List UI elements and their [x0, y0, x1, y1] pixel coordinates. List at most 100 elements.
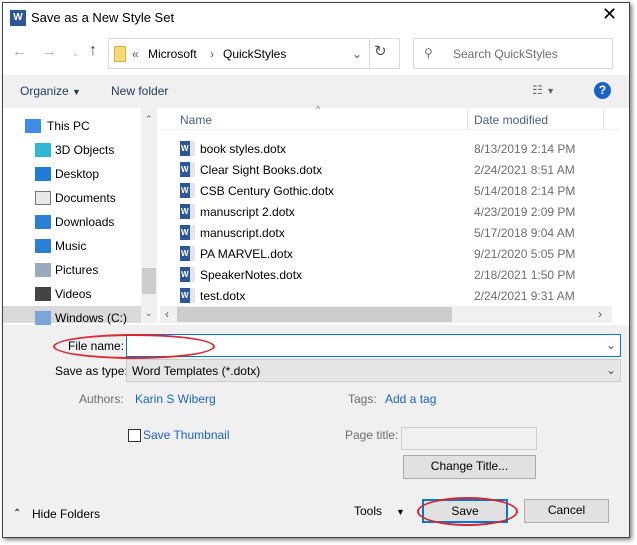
word-document-icon: W [180, 267, 195, 282]
nav-item-label: Documents [55, 191, 116, 205]
nav-item[interactable]: This PC [3, 114, 141, 138]
back-icon[interactable]: ← [12, 44, 27, 59]
file-name: Clear Sight Books.dotx [200, 163, 323, 177]
recent-chevron-icon[interactable]: ⌄ [72, 47, 79, 61]
address-bar[interactable]: « Microsoft › QuickStyles ⌄ ↻ [108, 38, 400, 69]
file-name: manuscript 2.dotx [200, 205, 295, 219]
annotation-ellipse-file-name [53, 334, 215, 359]
chevron-down-icon[interactable]: ⌄ [606, 338, 616, 352]
nav-item-label: Videos [55, 287, 92, 301]
refresh-icon[interactable]: ↻ [374, 44, 387, 59]
nav-item[interactable]: Videos [3, 282, 141, 306]
hide-folders-button[interactable]: Hide Folders [32, 507, 100, 521]
nav-item[interactable]: Desktop [3, 162, 141, 186]
file-date: 2/18/2021 1:50 PM [474, 268, 576, 282]
file-row[interactable]: W PA MARVEL.dotx 9/21/2020 5:05 PM [160, 243, 605, 264]
file-row[interactable]: Wmanuscript 2.dotx 4/23/2019 2:09 PM [160, 201, 605, 222]
scrollbar-thumb[interactable] [177, 307, 452, 322]
file-date: 5/14/2018 2:14 PM [474, 184, 576, 198]
authors-label: Authors: [79, 392, 124, 406]
save-thumbnail-label[interactable]: Save Thumbnail [143, 428, 230, 442]
nav-item[interactable]: 3D Objects [3, 138, 141, 162]
file-row[interactable]: W SpeakerNotes.dotx 2/18/2021 1:50 PM [160, 264, 605, 285]
file-row[interactable]: Wmanuscript.dotx 5/17/2018 9:04 AM [160, 222, 605, 243]
nav-item-label: Pictures [55, 263, 99, 277]
horizontal-scrollbar[interactable]: ‹ › [160, 306, 612, 323]
nav-item[interactable]: Pictures [3, 258, 141, 282]
word-document-icon: W [180, 141, 195, 156]
column-name[interactable]: Name [180, 113, 212, 127]
forward-icon[interactable]: → [42, 44, 57, 59]
nav-item-label: Downloads [55, 215, 115, 229]
nav-item-label: This PC [47, 119, 90, 133]
up-icon[interactable]: ↑ [89, 43, 97, 59]
breadcrumb-separator-icon: › [210, 47, 214, 61]
file-date: 2/24/2021 9:31 AM [474, 289, 575, 303]
document-icon [35, 191, 51, 205]
file-name: SpeakerNotes.dotx [200, 268, 303, 282]
organize-menu[interactable]: Organize ▼ [20, 84, 81, 99]
word-document-icon: W [180, 183, 195, 198]
overflow-icon: « [132, 47, 139, 61]
search-box[interactable]: ⚲ Search QuickStyles [413, 38, 613, 69]
nav-item-label: Windows (C:) [55, 311, 128, 325]
column-header: Name ^ Date modified [160, 104, 620, 130]
breadcrumb-quickstyles[interactable]: QuickStyles [223, 47, 286, 61]
nav-item[interactable]: Music [3, 234, 141, 258]
column-date-modified[interactable]: Date modified [474, 113, 548, 127]
tools-dropdown-icon[interactable]: ▼ [396, 505, 405, 519]
scrollbar-thumb[interactable] [142, 268, 156, 294]
file-date: 8/13/2019 2:14 PM [474, 142, 576, 156]
file-row[interactable]: W Clear Sight Books.dotx 2/24/2021 8:51 AM [160, 159, 605, 180]
file-date: 4/23/2019 2:09 PM [474, 205, 576, 219]
tags-label: Tags: [348, 392, 377, 406]
nav-item-label: Desktop [55, 167, 100, 181]
new-folder-button[interactable]: New folder [111, 84, 168, 98]
close-icon[interactable]: ✕ [602, 5, 617, 23]
save-type-select[interactable]: Word Templates (*.dotx) ⌄ [126, 359, 621, 382]
tools-menu[interactable]: Tools [354, 504, 382, 518]
file-name: test.dotx [200, 289, 246, 303]
word-document-icon: W [180, 162, 195, 177]
chevron-down-icon: ⌄ [606, 363, 617, 377]
folder-icon [114, 46, 126, 62]
file-name: CSB Century Gothic.dotx [200, 184, 335, 198]
sort-ascending-icon: ^ [316, 104, 321, 114]
add-tag-link[interactable]: Add a tag [385, 392, 436, 406]
annotation-ellipse-save [417, 497, 518, 526]
dialog-title: Save as a New Style Set [31, 10, 175, 25]
scroll-left-icon[interactable]: ‹ [165, 307, 169, 321]
cube-icon [35, 143, 51, 157]
help-icon[interactable]: ? [594, 82, 611, 99]
page-title-label: Page title: [345, 428, 399, 442]
nav-item[interactable]: Downloads [3, 210, 141, 234]
file-name: manuscript.dotx [200, 226, 285, 240]
word-document-icon: W [180, 246, 195, 261]
page-title-input [401, 427, 537, 450]
cancel-button[interactable]: Cancel [524, 499, 609, 523]
file-row[interactable]: Wbook styles.dotx 8/13/2019 2:14 PM [160, 138, 605, 159]
save-thumbnail-checkbox[interactable] [128, 429, 141, 442]
desktop-icon [35, 167, 51, 181]
view-options-icon[interactable]: ☷ ▼ [532, 83, 555, 98]
chevron-up-icon[interactable]: ⌃ [13, 507, 21, 521]
address-dropdown-icon[interactable]: ⌄ [352, 47, 362, 61]
change-title-button[interactable]: Change Title... [403, 455, 536, 479]
file-date: 2/24/2021 8:51 AM [474, 163, 575, 177]
dropdown-arrow-icon: ▼ [72, 87, 81, 97]
nav-item[interactable]: Documents [3, 186, 141, 210]
nav-scrollbar[interactable]: ⌃ ⌄ [141, 108, 157, 323]
word-document-icon: W [180, 288, 195, 303]
search-icon: ⚲ [424, 46, 433, 60]
nav-item-label: 3D Objects [55, 143, 115, 157]
file-date: 9/21/2020 5:05 PM [474, 247, 576, 261]
file-name: book styles.dotx [200, 142, 287, 156]
nav-item-label: Music [55, 239, 87, 253]
download-icon [35, 215, 51, 229]
authors-value[interactable]: Karin S Wiberg [135, 392, 216, 406]
picture-icon [35, 263, 51, 277]
file-row[interactable]: Wtest.dotx 2/24/2021 9:31 AM [160, 285, 605, 306]
scroll-right-icon[interactable]: › [598, 307, 602, 321]
file-row[interactable]: W CSB Century Gothic.dotx 5/14/2018 2:14 P… [160, 180, 605, 201]
breadcrumb-microsoft[interactable]: Microsoft [148, 47, 197, 61]
